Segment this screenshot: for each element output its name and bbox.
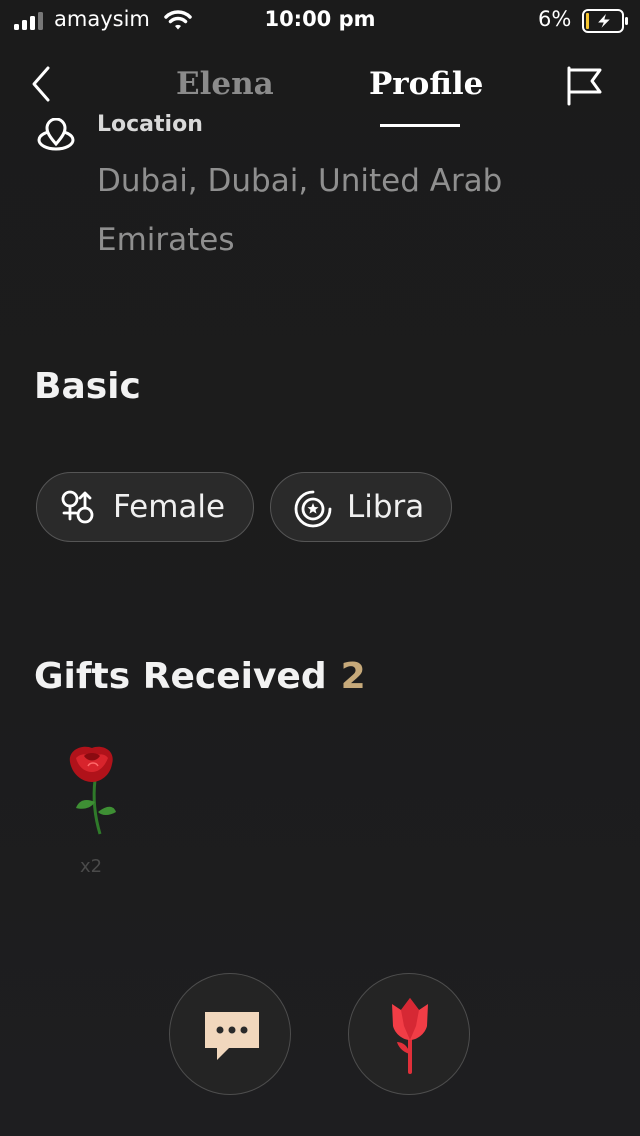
gender-icon [61, 490, 94, 524]
gifts-count: 2 [340, 656, 366, 697]
tab-profile[interactable]: Profile [369, 66, 483, 102]
gift-quantity: x2 [80, 856, 103, 877]
zodiac-chip: Libra [270, 472, 452, 542]
active-tab-indicator [380, 124, 460, 127]
rose-icon [392, 998, 428, 1074]
chat-icon [205, 1012, 259, 1060]
back-chevron-icon[interactable] [28, 64, 58, 104]
battery-icon [582, 9, 628, 33]
tab-elena[interactable]: Elena [176, 66, 274, 102]
report-flag-icon[interactable] [564, 64, 606, 108]
location-value: Dubai, Dubai, United Arab Emirates [97, 163, 503, 258]
gender-chip: Female [36, 472, 254, 542]
battery-percent: 6% [538, 7, 572, 31]
status-bar: amaysim 10:00 pm 6% [0, 0, 640, 40]
zodiac-icon [294, 490, 332, 528]
send-rose-button[interactable] [348, 973, 470, 1095]
gifts-heading: Gifts Received 2 [34, 656, 366, 697]
basic-heading: Basic [34, 366, 141, 407]
gender-label: Female [113, 489, 226, 525]
top-nav: Elena Profile [0, 50, 640, 130]
zodiac-label: Libra [347, 489, 425, 525]
gifts-heading-label: Gifts Received [34, 656, 327, 697]
rose-gift-icon[interactable] [62, 742, 122, 842]
chat-button[interactable] [169, 973, 291, 1095]
